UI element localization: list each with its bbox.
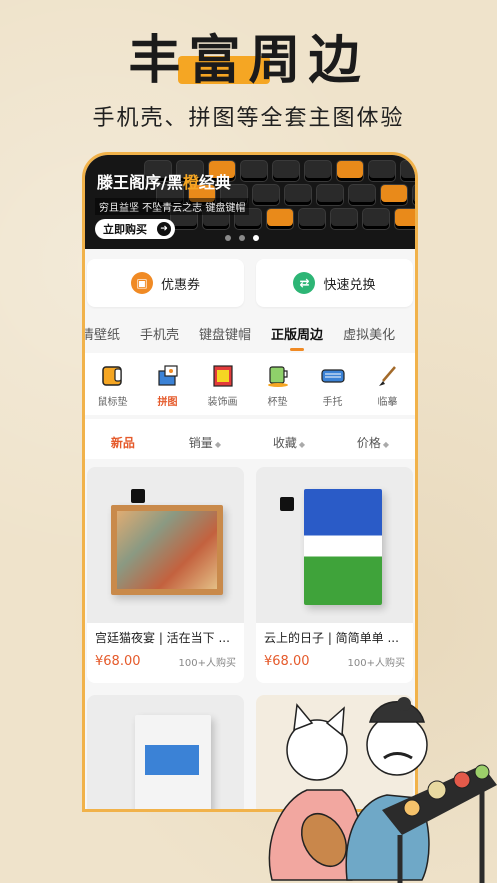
quick-exchange-button[interactable]: ⇄ 快速兑换: [256, 259, 413, 307]
cat-musicians-illustration: [268, 697, 497, 883]
arrow-right-icon: ➜: [157, 222, 171, 236]
tab-official-merch[interactable]: 正版周边: [271, 324, 323, 343]
subcat-painting[interactable]: 装饰画: [195, 363, 250, 415]
page-headline: 丰富周边: [128, 31, 369, 91]
sort-sales[interactable]: 销量 ◆: [189, 434, 221, 451]
product-image: [256, 467, 413, 623]
product-name: 云上的日子 | 简简单单 ...: [264, 631, 399, 645]
carousel-dot-active[interactable]: [253, 235, 259, 241]
brush-icon: [378, 366, 396, 386]
category-tabs: 清壁纸 手机壳 键盘键帽 正版周边 虚拟美化: [85, 313, 415, 353]
coaster-icon: [267, 366, 288, 387]
subcat-puzzle[interactable]: 拼图: [140, 363, 195, 415]
buy-now-button[interactable]: 立即购买 ➜: [95, 219, 175, 239]
page-subheadline: 手机壳、拼图等全套主图体验: [92, 106, 405, 131]
subcat-wrist-rest[interactable]: 手托: [305, 363, 360, 415]
coupon-icon: ▣: [130, 272, 153, 294]
product-sold-count: 100+人购买: [178, 658, 236, 669]
subcat-mousepad[interactable]: 鼠标垫: [85, 363, 140, 415]
product-image: [87, 467, 244, 623]
subcategory-row: 鼠标垫 拼图 装饰画 杯垫 手托 临摹: [85, 353, 415, 415]
tab-virtual-beautify[interactable]: 虚拟美化: [343, 324, 395, 343]
promo-banner[interactable]: 滕王阁序/黑橙经典 穷且益坚 不坠青云之志 键盘键帽 立即购买 ➜: [85, 155, 415, 249]
tab-wallpaper[interactable]: 清壁纸: [85, 324, 120, 343]
product-price: ¥68.00: [264, 654, 310, 669]
product-card[interactable]: [87, 695, 244, 809]
sort-arrows-icon: ◆: [382, 439, 390, 449]
painting-icon: [212, 365, 233, 387]
sort-bar: 新品 销量 ◆ 收藏 ◆ 价格 ◆: [85, 419, 415, 459]
product-card[interactable]: 云上的日子 | 简简单单 ... ¥68.00 100+人购买: [256, 467, 413, 683]
product-price: ¥68.00: [95, 654, 141, 669]
product-name: 宫廷猫夜宴 | 活在当下 ...: [95, 631, 230, 645]
tab-phone-case[interactable]: 手机壳: [140, 324, 179, 343]
tab-keycaps[interactable]: 键盘键帽: [199, 324, 251, 343]
product-image: [87, 695, 244, 809]
banner-subtitle: 穷且益坚 不坠青云之志 键盘键帽: [95, 198, 250, 215]
mousepad-icon: [101, 366, 122, 386]
quick-actions: ▣ 优惠券 ⇄ 快速兑换: [85, 249, 415, 313]
sort-newest[interactable]: 新品: [111, 434, 137, 451]
sort-arrows-icon: ◆: [214, 439, 221, 449]
sort-arrows-icon: ◆: [298, 439, 305, 449]
carousel-dots: [225, 235, 259, 241]
sort-price[interactable]: 价格 ◆: [357, 434, 389, 451]
puzzle-icon: [157, 365, 178, 386]
product-card[interactable]: 宫廷猫夜宴 | 活在当下 ... ¥68.00 100+人购买: [87, 467, 244, 683]
exchange-icon: ⇄: [293, 272, 316, 294]
coupon-button[interactable]: ▣ 优惠券: [87, 259, 244, 307]
subcat-coaster[interactable]: 杯垫: [250, 363, 305, 415]
product-sold-count: 100+人购买: [347, 658, 405, 669]
carousel-dot[interactable]: [239, 235, 245, 241]
carousel-dot[interactable]: [225, 235, 231, 241]
wrist-rest-icon: [320, 369, 345, 383]
banner-title: 滕王阁序/黑橙经典: [97, 173, 231, 192]
sort-favorites[interactable]: 收藏 ◆: [273, 434, 305, 451]
subcat-copy-brush[interactable]: 临摹: [360, 363, 415, 415]
